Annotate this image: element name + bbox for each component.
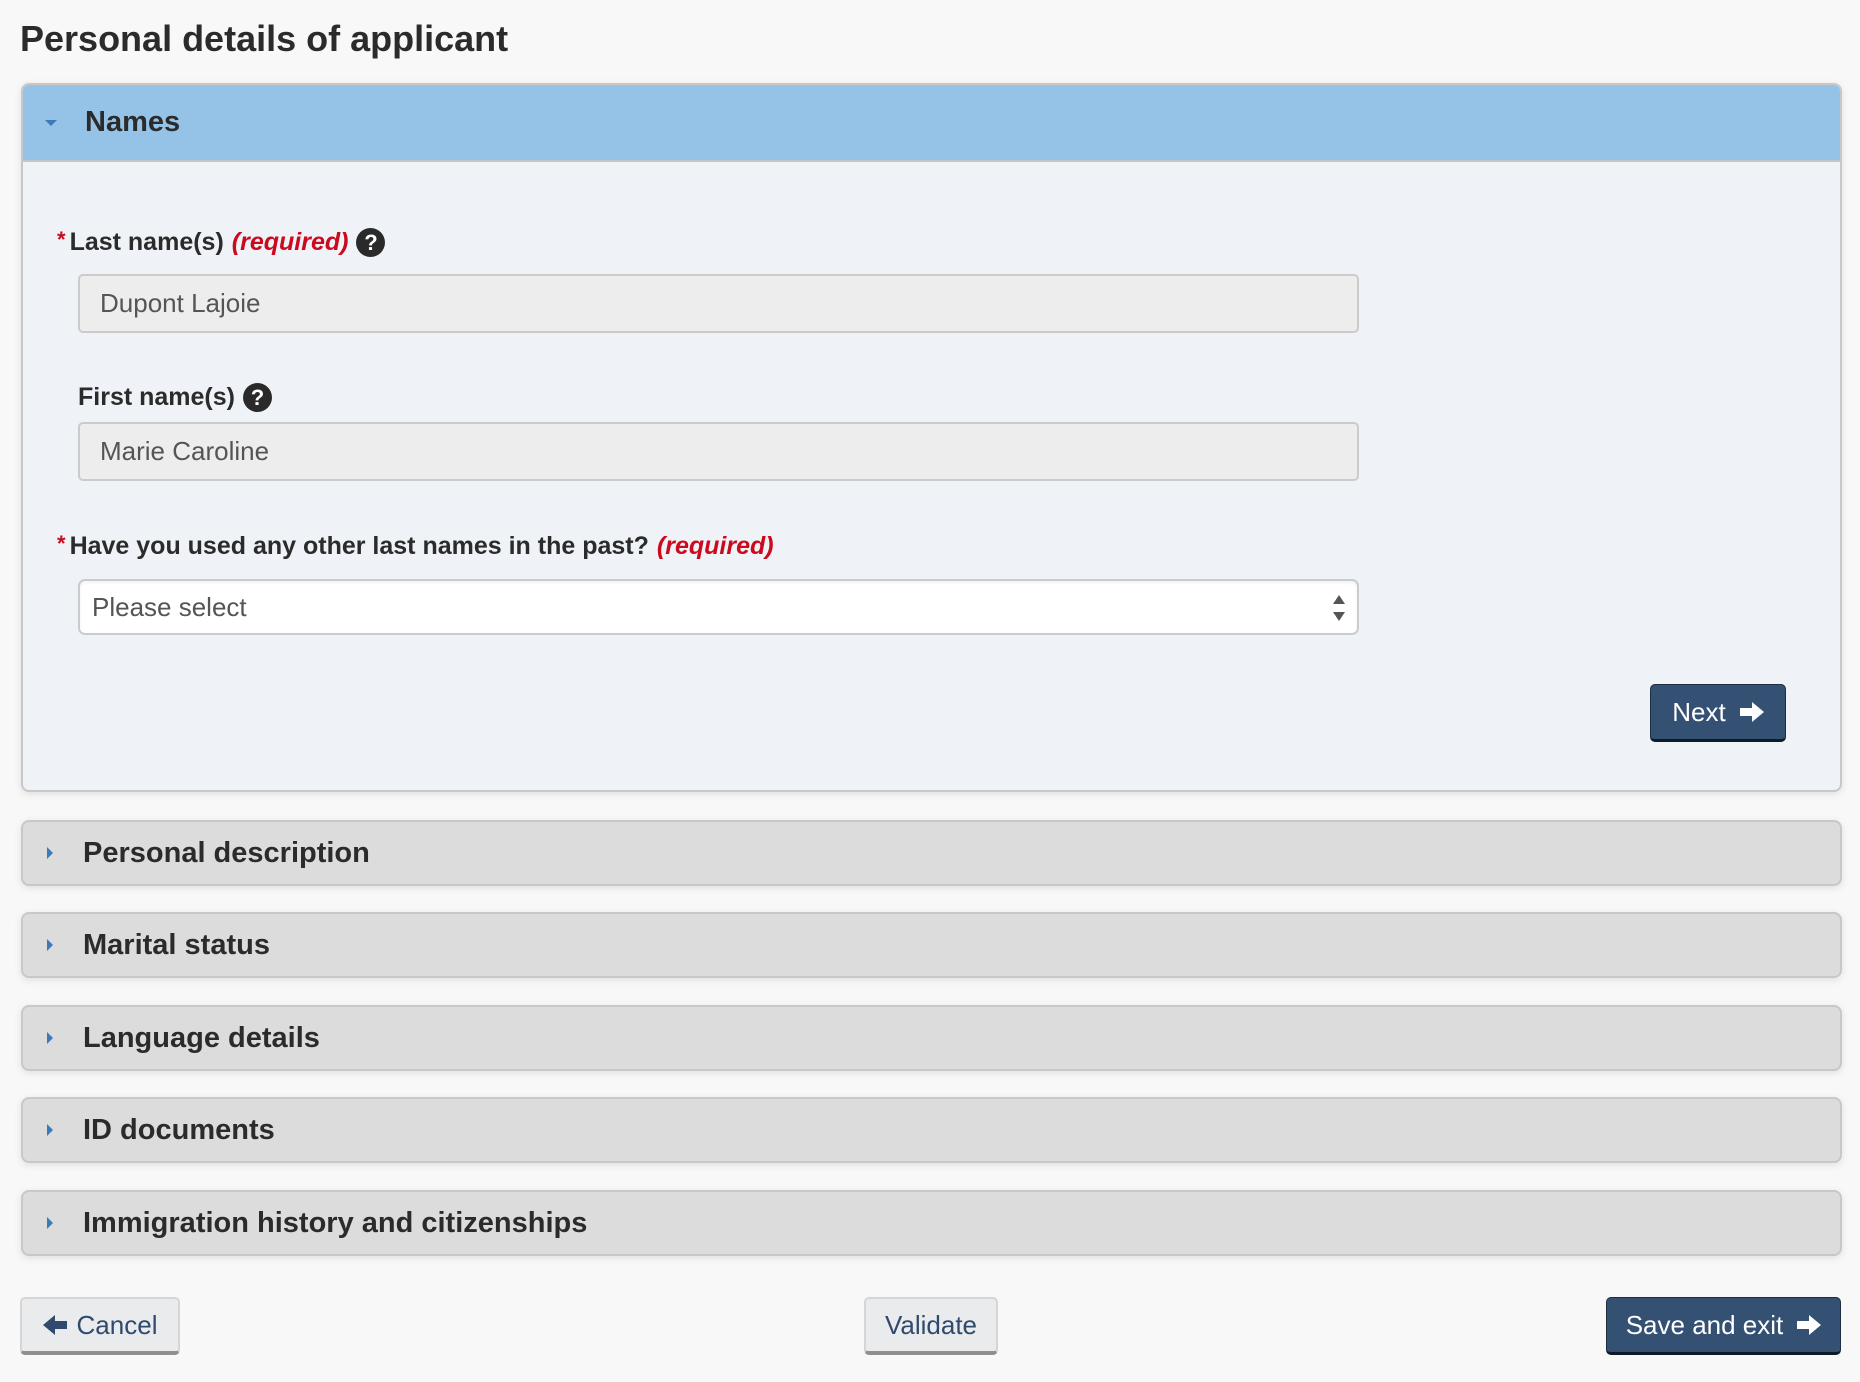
next-button[interactable]: Next [1650,684,1786,742]
cancel-button[interactable]: Cancel [20,1297,180,1355]
immigration-history-title: Immigration history and citizenships [83,1206,588,1239]
names-panel-header[interactable]: Names [23,85,1840,162]
other-names-label: * Have you used any other last names in … [57,530,774,561]
required-marker: (required) [231,228,349,256]
first-name-input[interactable] [78,422,1359,481]
validate-button[interactable]: Validate [864,1297,998,1355]
first-name-label: First name(s) ? [78,383,272,412]
caret-right-icon [47,939,53,951]
first-name-label-text: First name(s) [78,383,235,411]
other-names-select[interactable]: Please select [78,579,1359,635]
id-documents-title: ID documents [83,1113,275,1146]
language-details-title: Language details [83,1021,320,1054]
names-panel-title: Names [85,106,181,138]
id-documents-panel[interactable]: ID documents [21,1097,1842,1163]
next-button-label: Next [1672,696,1726,727]
question-circle-icon[interactable]: ? [356,228,386,257]
marital-status-title: Marital status [83,928,270,961]
save-and-exit-label: Save and exit [1625,1309,1784,1340]
validate-button-label: Validate [884,1309,978,1340]
required-marker: (required) [656,532,774,560]
arrow-left-icon [42,1315,67,1335]
personal-description-panel[interactable]: Personal description [21,820,1842,886]
question-circle-icon[interactable]: ? [242,383,272,412]
immigration-history-panel[interactable]: Immigration history and citizenships [21,1190,1842,1256]
marital-status-panel[interactable]: Marital status [21,912,1842,978]
last-name-label-text: Last name(s) [69,228,224,256]
page-title: Personal details of applicant [20,18,509,59]
personal-description-title: Personal description [83,836,370,869]
names-panel: Names * Last name(s) (required) ? First … [21,83,1842,792]
arrow-right-icon [1797,1315,1822,1335]
last-name-input[interactable] [78,274,1359,333]
select-arrows-icon [1333,595,1345,621]
save-and-exit-button[interactable]: Save and exit [1606,1297,1841,1355]
caret-right-icon [47,1124,53,1136]
required-asterisk: * [57,226,66,252]
other-names-select-value: Please select [92,591,247,622]
arrow-right-icon [1739,702,1764,722]
caret-right-icon [47,1032,53,1044]
last-name-label: * Last name(s) (required) ? [57,226,386,257]
caret-right-icon [47,1217,53,1229]
required-asterisk: * [57,530,66,556]
caret-down-icon [45,119,57,126]
other-names-label-text: Have you used any other last names in th… [69,532,649,560]
cancel-button-label: Cancel [76,1309,158,1340]
caret-right-icon [47,847,53,859]
language-details-panel[interactable]: Language details [21,1005,1842,1071]
